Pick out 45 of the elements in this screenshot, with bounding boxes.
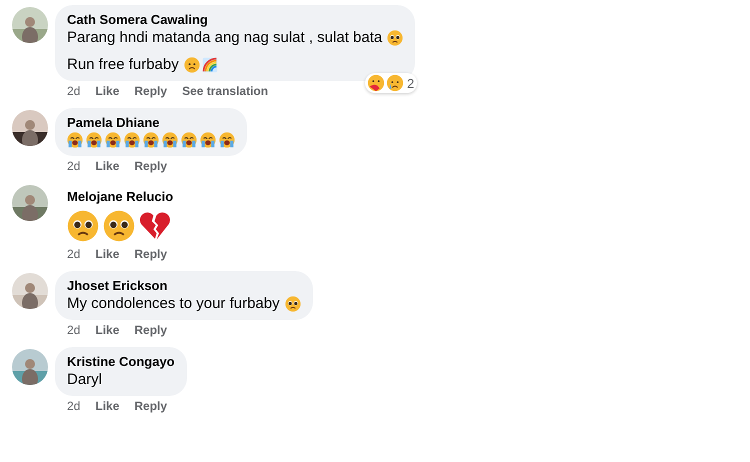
author-name: Melojane Relucio xyxy=(67,189,174,204)
crying-face-icon xyxy=(124,132,140,148)
comment-time: 2d xyxy=(67,159,80,173)
comment-text: My condolences to your furbaby xyxy=(67,295,280,312)
comment-action-link[interactable]: Reply xyxy=(134,399,168,413)
crying-face-icon xyxy=(219,132,235,148)
author-name: Pamela Dhiane xyxy=(67,115,160,130)
comment-time: 2d xyxy=(67,84,80,98)
reaction-count: 2 xyxy=(407,76,414,90)
pleading-face-icon xyxy=(387,30,404,46)
comment-time: 2d xyxy=(67,247,80,261)
author-name: Jhoset Erickson xyxy=(67,278,168,293)
comment-time: 2d xyxy=(67,399,80,413)
comment-action-link[interactable]: See translation xyxy=(182,84,268,98)
rainbow-icon xyxy=(202,56,218,72)
crying-face-icon xyxy=(162,132,178,148)
author-name: Cath Somera Cawaling xyxy=(67,12,209,27)
pleading-face-icon xyxy=(67,210,99,242)
comment-text: Run free furbaby xyxy=(67,56,179,73)
frowning-face-icon xyxy=(184,56,200,72)
crying-face-icon xyxy=(86,132,102,148)
crying-face-icon xyxy=(105,132,121,148)
crying-face-icon xyxy=(181,132,197,148)
sad-reaction-icon xyxy=(386,74,404,92)
comment-action-link[interactable]: Like xyxy=(95,84,120,98)
comment-action-link[interactable]: Reply xyxy=(134,247,168,261)
comment-action-link[interactable]: Reply xyxy=(134,323,168,337)
care-reaction-icon xyxy=(367,74,385,92)
comment-action-link[interactable]: Like xyxy=(95,159,120,173)
crying-face-icon xyxy=(143,132,159,148)
comment-time: 2d xyxy=(67,323,80,337)
crying-face-icon xyxy=(200,132,216,148)
comment-action-link[interactable]: Reply xyxy=(134,159,168,173)
pleading-face-icon xyxy=(284,296,301,312)
crying-face-icon xyxy=(67,132,83,148)
comment-action-link[interactable]: Like xyxy=(95,247,120,261)
comment-action-link[interactable]: Like xyxy=(95,399,120,413)
pleading-face-icon xyxy=(103,210,135,242)
comment-action-link[interactable]: Like xyxy=(95,323,120,337)
broken-heart-icon xyxy=(139,210,171,242)
reactions-badge[interactable]: 2 xyxy=(365,73,418,93)
author-name: Kristine Congayo xyxy=(67,354,175,369)
comment-action-link[interactable]: Reply xyxy=(134,84,168,98)
comment-text: Parang hndi matanda ang nag sulat , sulat bata xyxy=(67,29,382,46)
comment-text: Daryl xyxy=(67,371,102,388)
